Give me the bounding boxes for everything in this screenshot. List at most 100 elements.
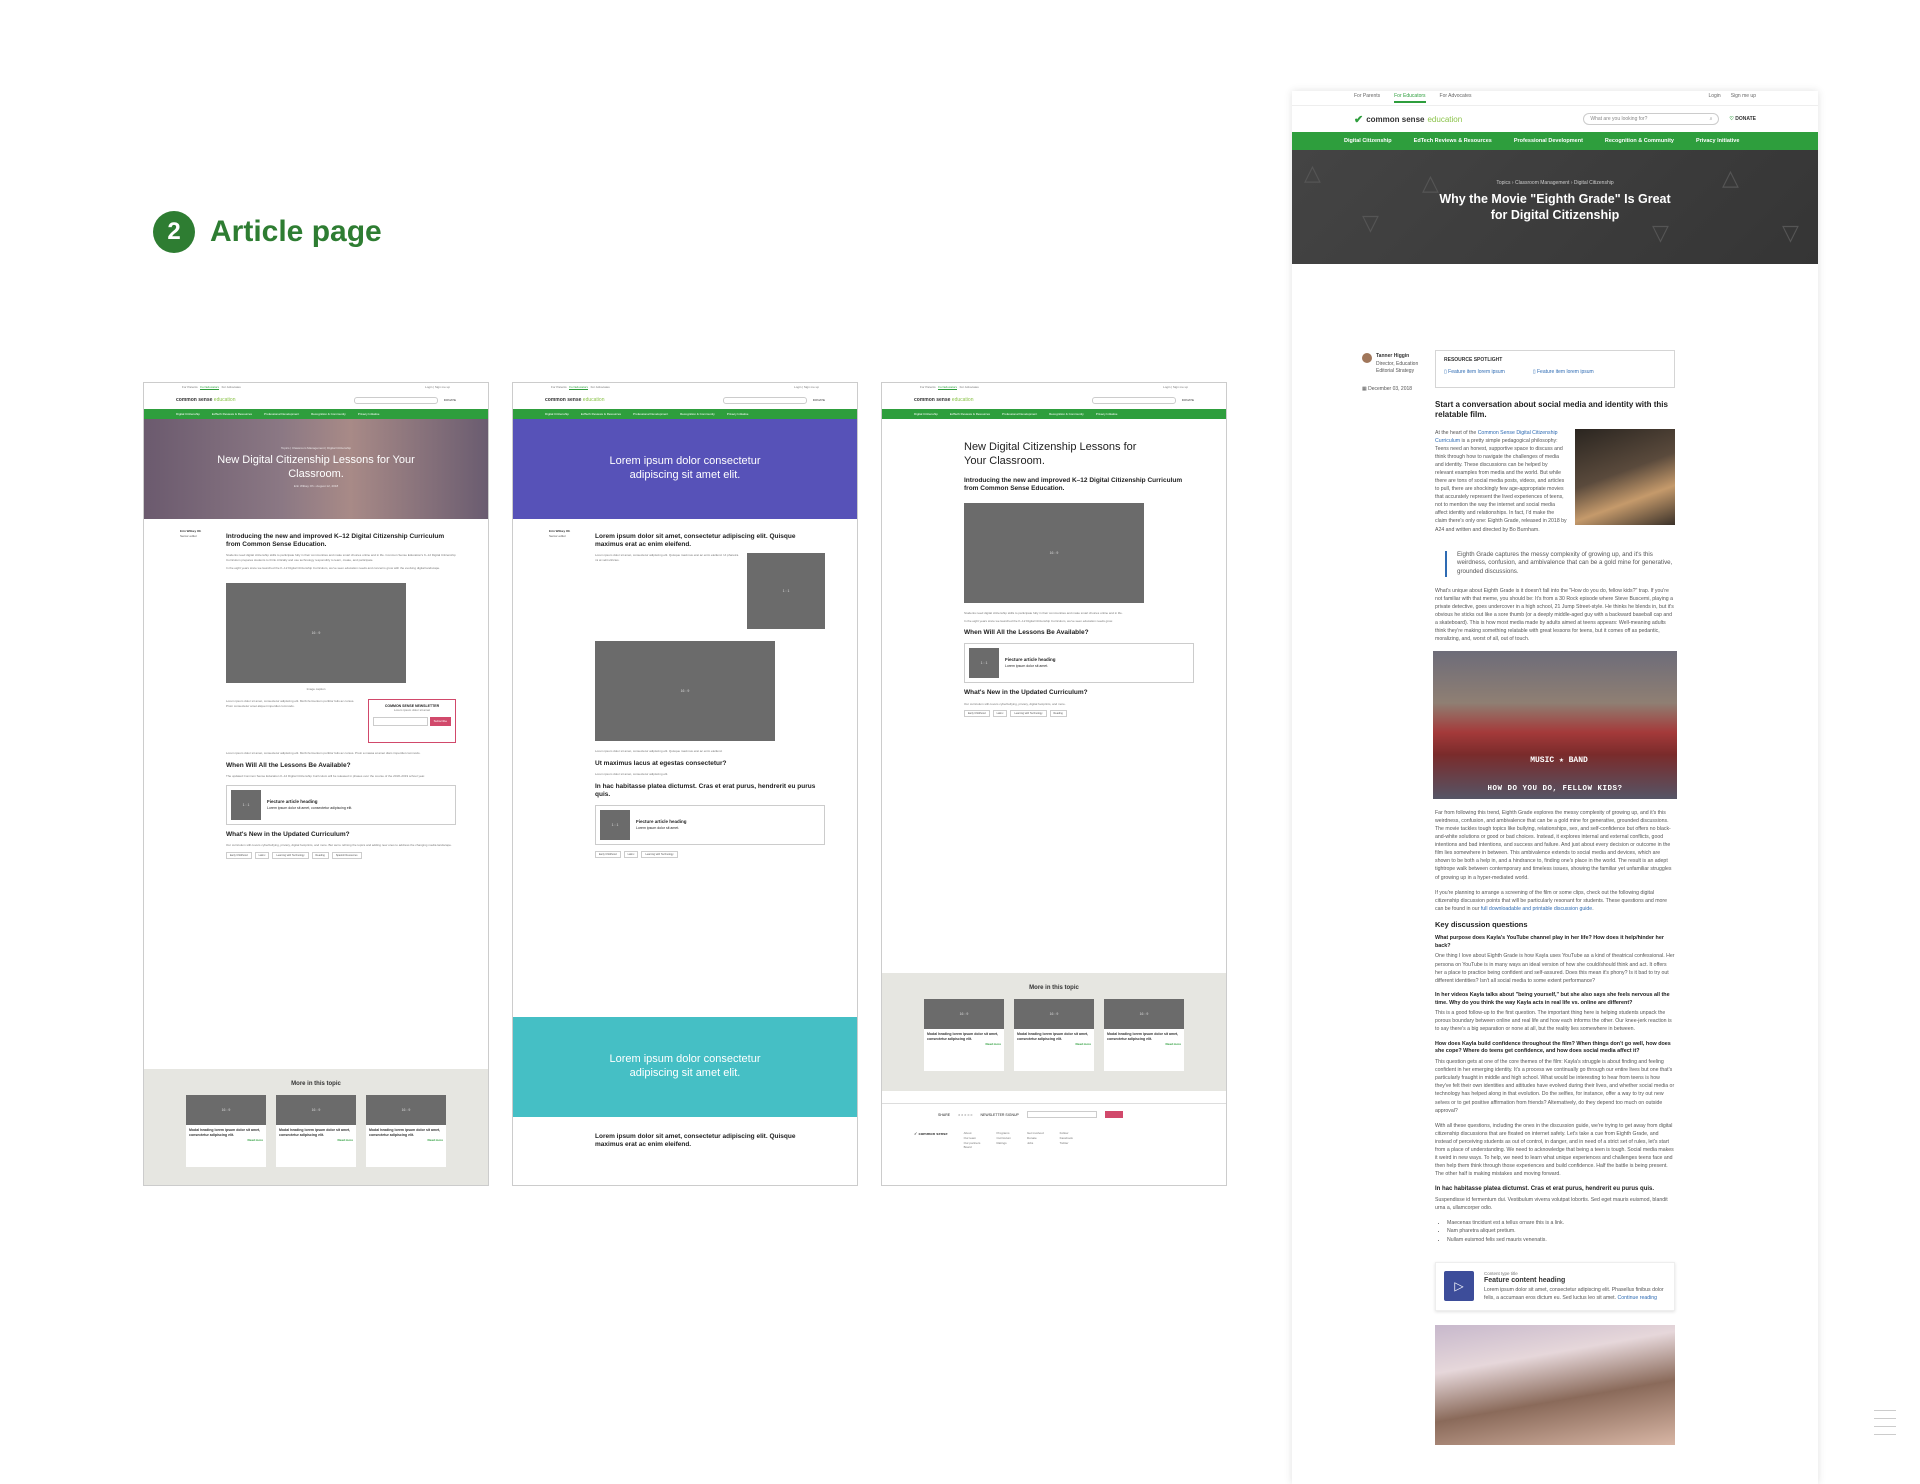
tag[interactable]: Early Childhood bbox=[964, 710, 990, 718]
login-link[interactable]: Login | Sign me up bbox=[1163, 385, 1188, 389]
tag[interactable]: Latinx bbox=[254, 852, 270, 860]
nav-item[interactable]: Privacy Initiative bbox=[727, 412, 749, 416]
tag[interactable]: Early Childhood bbox=[595, 851, 621, 859]
tag[interactable]: Learning with Technology bbox=[1010, 710, 1047, 718]
paragraph: Lorem ipsum dolor sit amet, consectetur … bbox=[226, 699, 355, 709]
spotlight-item[interactable]: ▯ Feature item lorem ipsum bbox=[1444, 369, 1505, 375]
link-advocates[interactable]: For Advocates bbox=[591, 385, 610, 389]
topic-card[interactable]: 16 : 9 Modal heading lorem ipsum dolor si… bbox=[1014, 999, 1094, 1071]
donate-button[interactable]: ♡ DONATE bbox=[1729, 116, 1756, 122]
more-heading: More in this topic bbox=[291, 1081, 341, 1087]
link-parents[interactable]: For Parents bbox=[1354, 93, 1380, 101]
nav-item[interactable]: Digital Citizenship bbox=[545, 412, 569, 416]
donate-button[interactable]: DONATE bbox=[1182, 398, 1194, 402]
continue-reading-link[interactable]: Continue reading bbox=[1618, 1295, 1658, 1301]
nav-item[interactable]: EdTech Reviews & Resources bbox=[581, 412, 621, 416]
nav-item[interactable]: Digital Citizenship bbox=[914, 412, 938, 416]
publish-date: December 03, 2018 bbox=[1368, 385, 1413, 392]
nav-item[interactable]: Professional Development bbox=[1002, 412, 1037, 416]
search-input[interactable] bbox=[1091, 396, 1176, 404]
nav-privacy[interactable]: Privacy Initiative bbox=[1696, 138, 1739, 144]
logo[interactable]: common sense education bbox=[545, 397, 717, 403]
tag[interactable]: Latinx bbox=[992, 710, 1008, 718]
nav-edtech[interactable]: EdTech Reviews & Resources bbox=[1414, 138, 1492, 144]
paragraph: Our curriculum still covers cyberbullyin… bbox=[226, 843, 452, 848]
paragraph: This is a good follow-up to the first qu… bbox=[1435, 1010, 1672, 1033]
topic-card[interactable]: 16 : 9 Modal heading lorem ipsum dolor si… bbox=[924, 999, 1004, 1071]
search-input[interactable] bbox=[722, 396, 807, 404]
nav-item[interactable]: Digital Citizenship bbox=[176, 412, 200, 416]
nav-item[interactable]: EdTech Reviews & Resources bbox=[212, 412, 252, 416]
author-block: Tanner Higgin Director, Education Editori… bbox=[1362, 353, 1426, 393]
feature-heading: Fiecture article heading bbox=[1005, 657, 1056, 663]
meme-gif-image: MUSIC ★ BAND HOW DO YOU DO, FELLOW KIDS? bbox=[1433, 651, 1677, 800]
topic-card[interactable]: 16 : 9 Modal heading lorem ipsum dolor si… bbox=[186, 1095, 266, 1167]
discussion-guide-link[interactable]: full downloadable and printable discussi… bbox=[1481, 906, 1592, 912]
tag[interactable]: Spanish Resources bbox=[331, 852, 362, 860]
paragraph: Far from following this trend, Eighth Gr… bbox=[1435, 810, 1672, 881]
link-advocates[interactable]: For Advocates bbox=[222, 385, 241, 389]
spotlight-item[interactable]: ▯ Feature item lorem ipsum bbox=[1533, 369, 1594, 375]
nav-digital-citizenship[interactable]: Digital Citizenship bbox=[1344, 138, 1392, 144]
link-parents[interactable]: For Parents bbox=[920, 385, 936, 389]
email-field[interactable] bbox=[373, 717, 428, 727]
link-advocates[interactable]: For Advocates bbox=[960, 385, 979, 389]
nav-item[interactable]: Privacy Initiative bbox=[358, 412, 380, 416]
logo[interactable]: common sense education bbox=[176, 397, 348, 403]
topic-card[interactable]: 16 : 9 Modal heading lorem ipsum dolor si… bbox=[366, 1095, 446, 1167]
nav-item[interactable]: Recognition & Community bbox=[1049, 412, 1084, 416]
feature-card[interactable]: 1 : 1 Fiecture article heading Lorem ipsum… bbox=[964, 643, 1194, 684]
donate-button[interactable]: DONATE bbox=[444, 398, 456, 402]
feature-content-card[interactable]: ▷ Content type title Feature content hea… bbox=[1435, 1261, 1675, 1311]
search-icon: ⌕ bbox=[1709, 116, 1713, 122]
login-link[interactable]: Login | Sign me up bbox=[794, 385, 819, 389]
tag[interactable]: Latinx bbox=[623, 851, 639, 859]
signup-button[interactable] bbox=[1104, 1111, 1123, 1118]
tag[interactable]: Learning with Technology bbox=[272, 852, 309, 860]
logo[interactable]: ✔ common sense education bbox=[1354, 113, 1573, 126]
nav-recognition[interactable]: Recognition & Community bbox=[1605, 138, 1674, 144]
nav-item[interactable]: Recognition & Community bbox=[680, 412, 715, 416]
share-label: SHARE bbox=[938, 1112, 951, 1117]
topic-card[interactable]: 16 : 9 Modal heading lorem ipsum dolor si… bbox=[1104, 999, 1184, 1071]
article-body: Erin Wilkey Oh Senior editor Introducing … bbox=[144, 519, 488, 860]
nav-professional-development[interactable]: Professional Development bbox=[1514, 138, 1583, 144]
link-educators[interactable]: For Educators bbox=[569, 385, 589, 390]
tag[interactable]: Reading bbox=[1049, 710, 1067, 718]
link-educators[interactable]: For Educators bbox=[938, 385, 958, 390]
topic-card[interactable]: 16 : 9 Modal heading lorem ipsum dolor si… bbox=[276, 1095, 356, 1167]
calendar-icon: ▦ bbox=[1362, 385, 1367, 392]
link-advocates[interactable]: For Advocates bbox=[1440, 93, 1472, 101]
author-name[interactable]: Tanner Higgin bbox=[1376, 353, 1426, 361]
nav-item[interactable]: Privacy Initiative bbox=[1096, 412, 1118, 416]
link-parents[interactable]: For Parents bbox=[182, 385, 198, 389]
nav-item[interactable]: Recognition & Community bbox=[311, 412, 346, 416]
donate-button[interactable]: DONATE bbox=[813, 398, 825, 402]
avatar[interactable] bbox=[1362, 353, 1372, 363]
section-heading: What's New in the Updated Curriculum? bbox=[226, 831, 350, 839]
search-input[interactable]: What are you looking for? ⌕ bbox=[1583, 113, 1720, 125]
tag[interactable]: Reading bbox=[311, 852, 329, 860]
nav-item[interactable]: EdTech Reviews & Resources bbox=[950, 412, 990, 416]
nav-item[interactable]: Professional Development bbox=[633, 412, 668, 416]
tag[interactable]: Early Childhood bbox=[226, 852, 252, 860]
document-icon: ▯ bbox=[1532, 369, 1536, 375]
share-icon[interactable]: ○ ○ ○ ○ ○ bbox=[958, 1113, 972, 1117]
signup-link[interactable]: Sign me up bbox=[1731, 93, 1756, 99]
tag[interactable]: Learning with Technology bbox=[641, 851, 678, 859]
login-link[interactable]: Login bbox=[1708, 93, 1720, 99]
image-placeholder: 1 : 1 bbox=[747, 553, 825, 630]
subscribe-button[interactable]: Subscribe bbox=[429, 717, 451, 727]
nav-item[interactable]: Professional Development bbox=[264, 412, 299, 416]
feature-card[interactable]: 1 : 1 Fiecture article heading Lorem ipsum… bbox=[595, 805, 825, 846]
search-input[interactable] bbox=[353, 396, 438, 404]
login-link[interactable]: Login | Sign me up bbox=[425, 385, 450, 389]
breadcrumb[interactable]: Topics › Classroom Management › Digital … bbox=[1292, 150, 1818, 186]
link-parents[interactable]: For Parents bbox=[551, 385, 567, 389]
feature-card[interactable]: 1 : 1 Fiecture article heading Lorem ipsum… bbox=[226, 785, 456, 826]
email-field[interactable] bbox=[1026, 1111, 1097, 1118]
footer-logo[interactable]: ✓ common sense bbox=[914, 1131, 948, 1185]
link-educators[interactable]: For Educators bbox=[1394, 93, 1426, 103]
logo[interactable]: common sense education bbox=[914, 397, 1086, 403]
link-educators[interactable]: For Educators bbox=[200, 385, 220, 390]
